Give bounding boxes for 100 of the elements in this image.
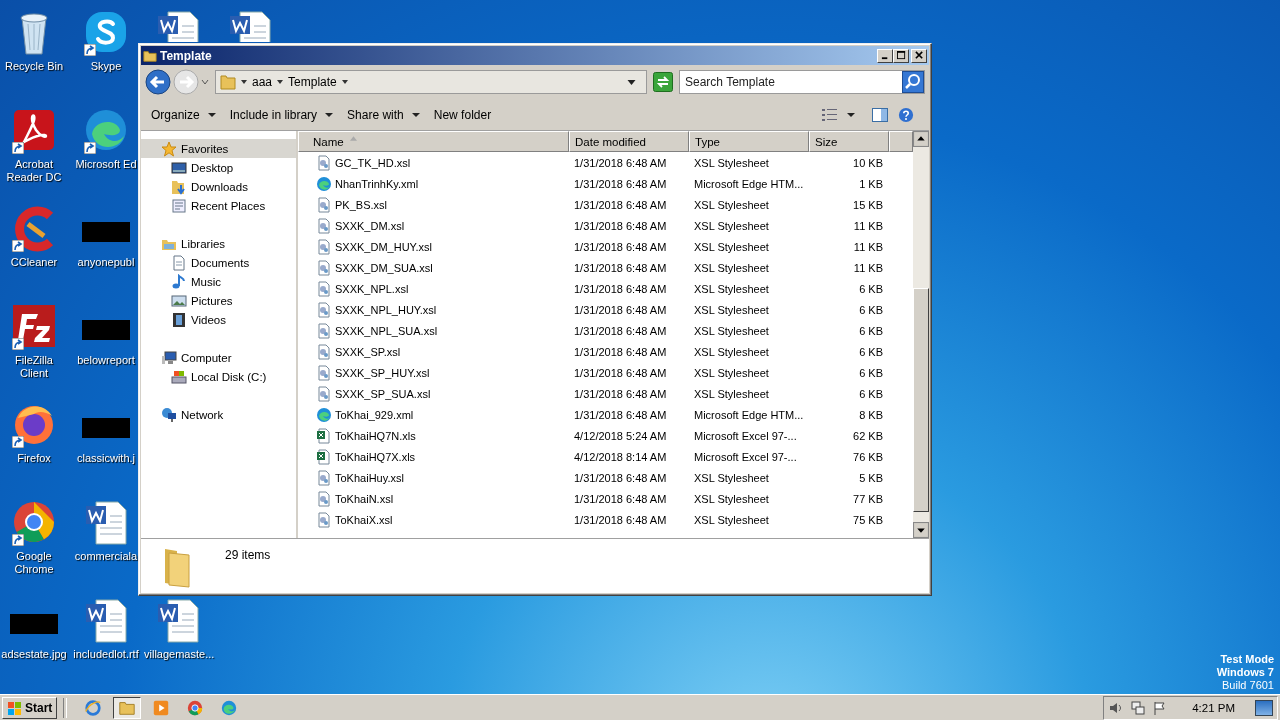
dropdown-caret-icon[interactable]: [627, 78, 636, 86]
nav-item[interactable]: Downloads: [141, 177, 296, 196]
type-cell-text: XSL Stylesheet: [693, 492, 770, 505]
ftp-app-icon[interactable]: [10, 302, 58, 350]
caret-icon[interactable]: [847, 111, 855, 118]
search-button[interactable]: [902, 71, 924, 93]
nav-item[interactable]: Music: [141, 272, 296, 291]
refresh-button[interactable]: [653, 72, 673, 92]
minimize-button[interactable]: [877, 48, 893, 63]
type-cell-text: XSL Stylesheet: [693, 324, 770, 337]
desktop-icon-label[interactable]: Recycle Bin: [0, 60, 68, 73]
nav-item[interactable]: Documents: [141, 253, 296, 272]
date-cell-text: 1/31/2018 6:48 AM: [573, 492, 668, 505]
taskbar-app-button[interactable]: [113, 696, 142, 719]
back-button[interactable]: [145, 69, 171, 95]
file-row[interactable]: ToKhaiHQ7N.xls 4/12/2018 5:24 AM Microsoft Excel 97-... 62 KB: [298, 425, 913, 446]
scroll-thumb[interactable]: [913, 288, 929, 512]
desktop-icon-label[interactable]: Acrobat Reader DC: [0, 158, 68, 184]
desktop-icon-label[interactable]: commerciala: [72, 550, 140, 563]
column-header[interactable]: Size: [809, 131, 889, 152]
file-row[interactable]: SXXK_DM.xsl 1/31/2018 6:48 AM XSL Stylesheet 11 KB: [298, 215, 913, 236]
preview-pane-icon[interactable]: [871, 106, 889, 123]
file-row[interactable]: ToKhai_929.xml 1/31/2018 6:48 AM Microsoft Edge HTM... 8 KB: [298, 404, 913, 425]
desktop-icon-label[interactable]: adsestate.jpg: [0, 648, 68, 661]
nav-item[interactable]: Desktop: [141, 158, 296, 177]
file-name: GC_TK_HD.xsl: [335, 156, 411, 169]
desktop-icon-label[interactable]: anyonepubl: [72, 256, 140, 269]
nav-item[interactable]: Local Disk (C:): [141, 367, 296, 386]
file-row[interactable]: SXXK_DM_HUY.xsl 1/31/2018 6:48 AM XSL Stylesheet 11 KB: [298, 236, 913, 257]
desktop-icon-label[interactable]: includedlot.rtf: [72, 648, 140, 661]
maximize-button[interactable]: [893, 48, 909, 63]
breadcrumb-item[interactable]: aaa: [252, 75, 273, 89]
nav-item[interactable]: Videos: [141, 310, 296, 329]
nav-item[interactable]: Libraries: [141, 234, 296, 253]
file-row[interactable]: SXXK_SP_HUY.xsl 1/31/2018 6:48 AM XSL Stylesheet 6 KB: [298, 362, 913, 383]
file-row[interactable]: SXXK_NPL_SUA.xsl 1/31/2018 6:48 AM XSL Stylesheet 6 KB: [298, 320, 913, 341]
edge-icon: [220, 698, 239, 717]
desktop-icon-label[interactable]: Microsoft Ed: [72, 158, 140, 171]
caret-icon[interactable]: [276, 78, 285, 86]
file-name: NhanTrinhKy.xml: [335, 177, 419, 190]
file-row[interactable]: ToKhaiHuy.xsl 1/31/2018 6:48 AM XSL Stylesheet 5 KB: [298, 467, 913, 488]
file-row[interactable]: NhanTrinhKy.xml 1/31/2018 6:48 AM Microsoft Edge HTM... 1 KB: [298, 173, 913, 194]
file-row[interactable]: PK_BS.xsl 1/31/2018 6:48 AM XSL Stylesheet 15 KB: [298, 194, 913, 215]
file-row[interactable]: ToKhaiN.xsl 1/31/2018 6:48 AM XSL Stylesheet 77 KB: [298, 488, 913, 509]
network-icon[interactable]: [1130, 699, 1147, 716]
toolbar-button[interactable]: Share with: [343, 104, 424, 125]
show-desktop-button[interactable]: [1255, 699, 1273, 716]
date-cell-text: 1/31/2018 6:48 AM: [573, 513, 668, 526]
file-row[interactable]: SXXK_SP_SUA.xsl 1/31/2018 6:48 AM XSL Stylesheet 6 KB: [298, 383, 913, 404]
view-options-icon[interactable]: [821, 106, 839, 123]
nav-item[interactable]: Recent Places: [141, 196, 296, 215]
toolbar-button[interactable]: Include in library: [225, 104, 338, 125]
column-header[interactable]: Name: [298, 131, 569, 152]
desktop-icon-label[interactable]: Google Chrome: [0, 550, 68, 576]
nav-item[interactable]: Pictures: [141, 291, 296, 310]
disk-drive-icon: [171, 368, 187, 385]
clock[interactable]: 4:21 PM: [1192, 701, 1235, 714]
size-cell-text: 15 KB: [852, 198, 884, 211]
breadcrumb-item[interactable]: Template: [288, 75, 337, 89]
recent-pages-caret-icon[interactable]: [201, 78, 209, 86]
nav-item[interactable]: Favorites: [141, 139, 296, 158]
file-row[interactable]: GC_TK_HD.xsl 1/31/2018 6:48 AM XSL Stylesheet 10 KB: [298, 152, 913, 173]
address-bar[interactable]: aaa Template: [215, 70, 647, 94]
desktop-icon-label[interactable]: Firefox: [0, 452, 68, 465]
desktop-icon-label[interactable]: CCleaner: [0, 256, 68, 269]
desktop-icon-label[interactable]: belowreport: [72, 354, 140, 367]
file-row[interactable]: SXXK_DM_SUA.xsl 1/31/2018 6:48 AM XSL Stylesheet 11 KB: [298, 257, 913, 278]
column-header[interactable]: Date modified: [569, 131, 689, 152]
desktop-icon-label[interactable]: FileZilla Client: [0, 354, 68, 380]
file-row[interactable]: ToKhaiX.xsl 1/31/2018 6:48 AM XSL Stylesheet 75 KB: [298, 509, 913, 530]
toolbar-button[interactable]: Organize: [147, 104, 220, 125]
caret-icon[interactable]: [240, 78, 248, 86]
search-field[interactable]: Search Template: [679, 70, 925, 94]
nav-item[interactable]: Network: [141, 405, 296, 424]
date-cell-text: 1/31/2018 6:48 AM: [573, 282, 668, 295]
file-row[interactable]: SXXK_NPL_HUY.xsl 1/31/2018 6:48 AM XSL Stylesheet 6 KB: [298, 299, 913, 320]
scroll-down-button[interactable]: [913, 522, 929, 538]
toolbar-button[interactable]: New folder: [429, 104, 496, 125]
scroll-up-button[interactable]: [913, 131, 929, 147]
file-name: PK_BS.xsl: [335, 198, 387, 211]
size-cell-text: 11 KB: [852, 261, 884, 274]
file-name: ToKhaiHuy.xsl: [335, 471, 404, 484]
type-cell-text: XSL Stylesheet: [693, 261, 770, 274]
stylesheet-file-icon: [316, 469, 332, 486]
file-row[interactable]: SXXK_SP.xsl 1/31/2018 6:48 AM XSL Stylesheet 6 KB: [298, 341, 913, 362]
start-button[interactable]: Start: [2, 696, 58, 719]
column-header[interactable]: Type: [689, 131, 809, 152]
desktop-icon-label[interactable]: villagemaste...: [144, 648, 212, 661]
type-cell-text: XSL Stylesheet: [693, 303, 770, 316]
help-icon[interactable]: [897, 106, 915, 123]
file-row[interactable]: SXXK_NPL.xsl 1/31/2018 6:48 AM XSL Stylesheet 6 KB: [298, 278, 913, 299]
caret-icon[interactable]: [340, 78, 349, 86]
stylesheet-file-icon: [316, 238, 332, 255]
desktop-icon-label[interactable]: Skype: [72, 60, 140, 73]
close-button[interactable]: [911, 48, 927, 63]
file-row[interactable]: ToKhaiHQ7X.xls 4/12/2018 8:14 AM Microsoft Excel 97-... 76 KB: [298, 446, 913, 467]
scrollbar[interactable]: [913, 131, 929, 538]
desktop-icon-label[interactable]: classicwith.j: [72, 452, 140, 465]
stylesheet-file-icon: [316, 280, 332, 297]
nav-item[interactable]: Computer: [141, 348, 296, 367]
